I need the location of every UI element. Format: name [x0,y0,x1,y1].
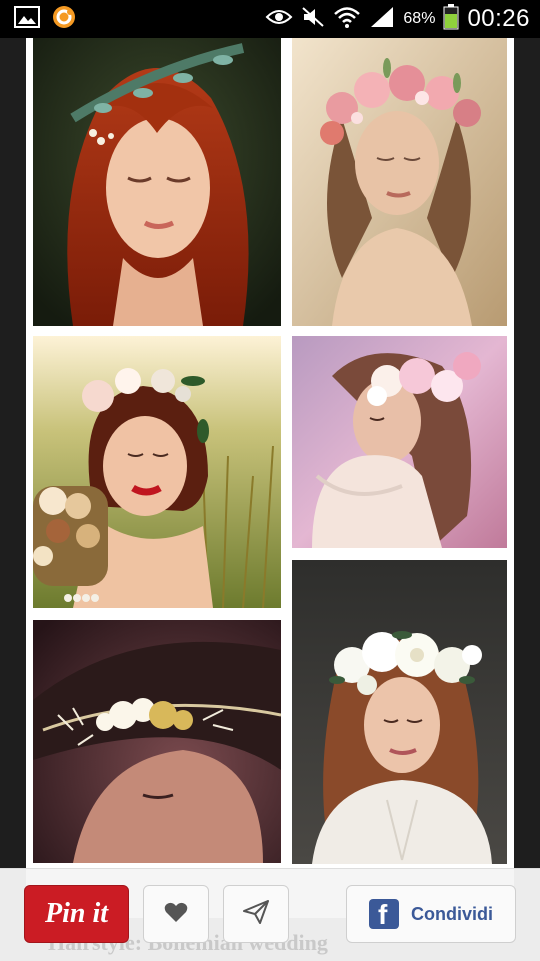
pin-image-1[interactable] [33,38,281,326]
send-icon [243,899,269,929]
pin-image-6[interactable] [292,560,507,864]
pin-image-3[interactable] [33,336,281,608]
status-bar: 68% 00:26 [0,0,540,38]
share-facebook-button[interactable]: f Condividi [346,885,516,943]
mute-icon [301,5,325,34]
pin-it-button[interactable]: Pin it [24,885,129,943]
gallery-icon [14,5,40,33]
eye-icon [265,7,293,32]
pin-board [26,38,514,918]
battery-percent: 68% [403,10,436,27]
pin-image-2[interactable] [292,38,507,326]
pin-image-4[interactable] [292,336,507,548]
facebook-icon: f [369,899,399,930]
like-button[interactable] [143,885,209,943]
battery-icon [443,3,459,35]
wifi-icon [333,5,361,34]
heart-icon [164,901,188,928]
pin-image-5[interactable] [33,620,281,863]
pin-it-label: Pin it [44,898,108,929]
send-button[interactable] [223,885,289,943]
ubuntu-app-icon [52,5,76,34]
share-label: Condividi [411,903,493,924]
signal-icon [369,5,395,34]
clock: 00:26 [467,5,530,32]
